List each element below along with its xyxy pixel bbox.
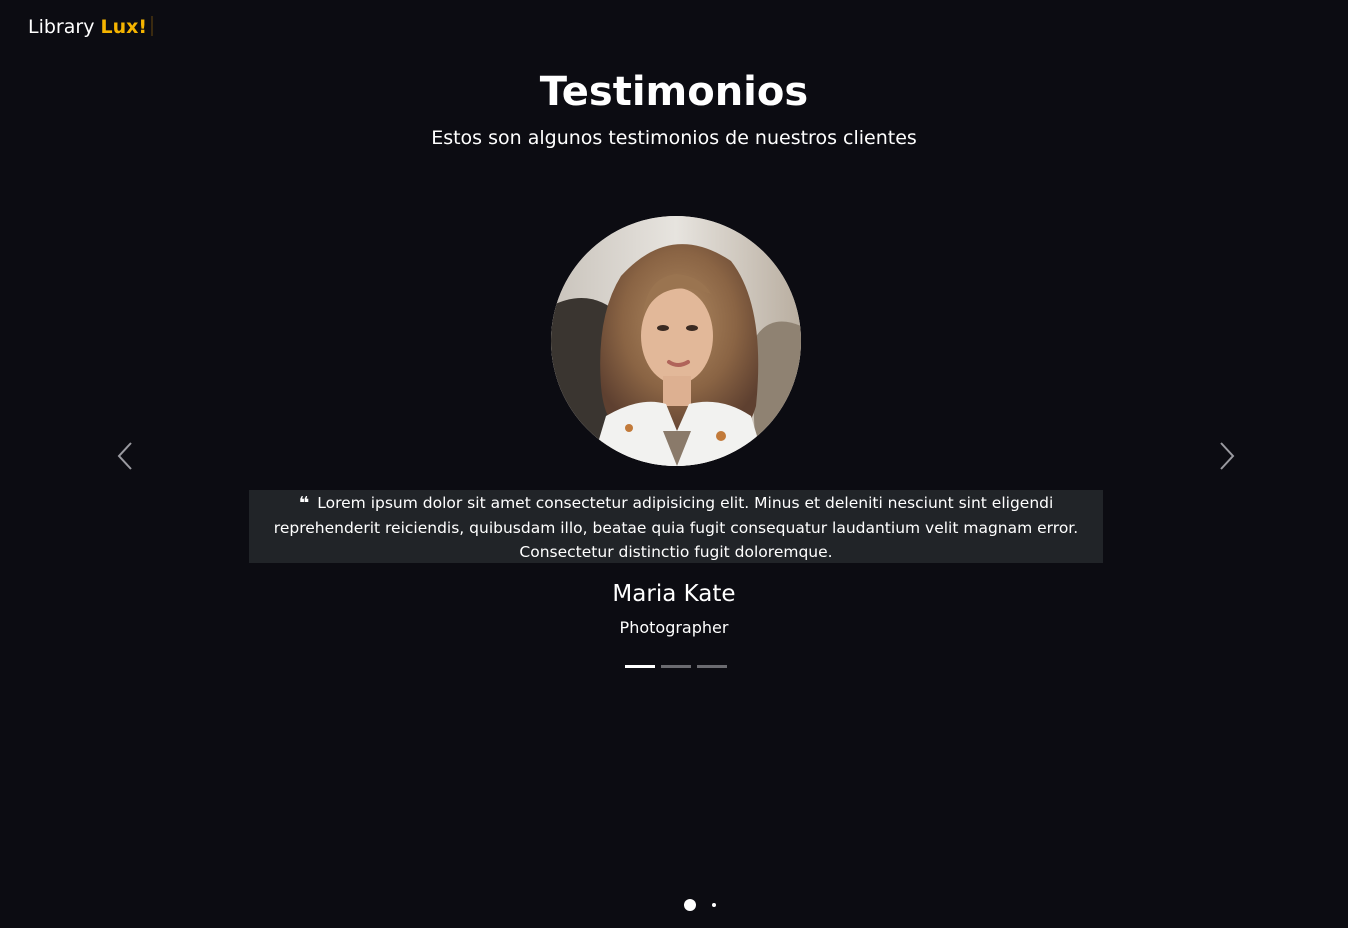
chevron-right-icon	[1220, 442, 1235, 470]
pager-dot-2[interactable]	[712, 903, 716, 907]
quote-left-icon: ❝	[298, 493, 310, 514]
page-pager	[684, 898, 716, 912]
testimonial-name: Maria Kate	[612, 581, 736, 607]
pager-dot-1[interactable]	[684, 899, 696, 911]
section-subtitle: Estos son algunos testimonios de nuestro…	[431, 127, 917, 149]
testimonial-text: Lorem ipsum dolor sit amet consectetur a…	[273, 494, 1079, 561]
chevron-left-icon	[117, 442, 132, 470]
brand-logo[interactable]: Library Lux!	[28, 14, 154, 40]
carousel-indicator-1[interactable]	[625, 665, 655, 668]
testimonial-avatar	[551, 216, 801, 466]
testimonial-quote: ❝ Lorem ipsum dolor sit amet consectetur …	[249, 490, 1103, 563]
brand-name: Library	[28, 16, 95, 38]
carousel-indicator-3[interactable]	[697, 665, 727, 668]
text-caret	[151, 16, 154, 36]
carousel-prev-button[interactable]	[108, 438, 144, 474]
carousel-indicator-2[interactable]	[661, 665, 691, 668]
brand-accent: Lux!	[100, 16, 148, 38]
carousel-indicators	[625, 665, 727, 669]
section-title: Testimonios	[539, 69, 809, 115]
testimonial-role: Photographer	[619, 618, 729, 637]
carousel-next-button[interactable]	[1208, 438, 1244, 474]
portrait-image	[551, 216, 801, 466]
page: Library Lux! Testimonios Estos son algun…	[0, 0, 1348, 928]
